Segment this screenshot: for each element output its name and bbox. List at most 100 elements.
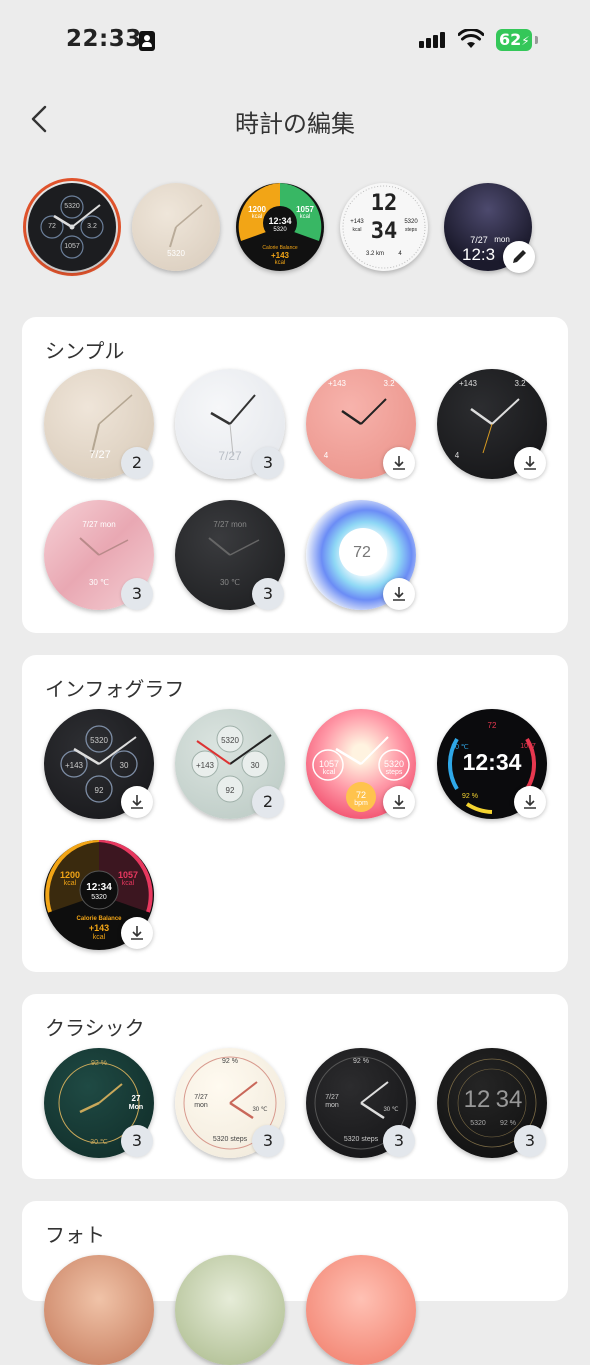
- face-value: +143: [327, 379, 347, 388]
- face-value: 5320: [64, 203, 80, 210]
- face-value: 1200: [248, 205, 266, 214]
- watch-face-item[interactable]: [44, 1255, 154, 1365]
- face-value: 34: [370, 219, 398, 244]
- face-value: 92: [225, 786, 235, 795]
- pencil-icon: [513, 250, 526, 263]
- current-face-calorie-balance[interactable]: 1200 kcal 1057 kcal 12:34 5320 Calorie B…: [236, 183, 324, 271]
- face-value: 92 %: [222, 1058, 238, 1065]
- face-value: bpm: [354, 800, 368, 807]
- face-value: 5320: [383, 759, 405, 769]
- face-value: 1057: [318, 759, 340, 769]
- section-title: フォト: [45, 1223, 105, 1247]
- face-value: 5320: [167, 249, 185, 258]
- face-value: 3.2: [383, 379, 395, 388]
- download-button[interactable]: [514, 447, 546, 479]
- face-value: 30 ℃: [90, 1139, 108, 1146]
- face-value: 3.2: [87, 223, 97, 230]
- download-button[interactable]: [383, 447, 415, 479]
- face-value: 5320: [91, 894, 107, 901]
- watch-face-item[interactable]: [306, 1255, 416, 1365]
- watch-face-item[interactable]: [175, 1255, 285, 1365]
- face-value: +143: [458, 379, 478, 388]
- face-value: mon: [325, 1102, 339, 1109]
- edit-face-button[interactable]: [503, 241, 535, 273]
- variant-count-badge: 3: [252, 1125, 284, 1157]
- download-icon: [393, 456, 405, 470]
- face-value: 12:34: [268, 216, 292, 226]
- section-title: シンプル: [45, 339, 125, 363]
- face-value: 72: [48, 223, 56, 230]
- face-value: 5320 steps: [212, 1136, 248, 1143]
- face-value: kcal: [322, 769, 336, 776]
- face-value: 30: [250, 761, 260, 770]
- face-value: 5320: [404, 219, 418, 225]
- face-value: 30: [119, 761, 129, 770]
- face-value: 72: [353, 544, 371, 561]
- face-value: 4: [398, 251, 402, 257]
- face-value: 1057: [64, 243, 80, 250]
- face-time: 12:34: [86, 882, 112, 893]
- face-value: steps: [405, 227, 417, 233]
- face-value: 4: [454, 451, 460, 460]
- face-value: 7/27: [325, 1094, 339, 1101]
- navigation-bar: 時計の編集: [0, 88, 590, 148]
- download-icon: [393, 587, 405, 601]
- section-photo: フォト: [22, 1201, 568, 1365]
- download-icon: [524, 456, 536, 470]
- download-button[interactable]: [383, 786, 415, 818]
- face-time: 12:34: [462, 749, 522, 775]
- face-value: +143: [88, 923, 110, 933]
- face-value: 3.2: [514, 379, 526, 388]
- face-value: 7/27: [470, 235, 488, 245]
- face-time: 34: [495, 1086, 523, 1113]
- face-value: 30 ℃: [383, 1107, 399, 1113]
- contact-card-icon: [139, 31, 155, 51]
- face-date: 7/27: [89, 449, 111, 461]
- face-value: 3.2 km: [365, 251, 384, 257]
- face-value: 1057: [296, 205, 314, 214]
- variant-count-badge: 3: [121, 578, 153, 610]
- face-value: +143: [64, 761, 84, 770]
- status-time: 22:33: [66, 26, 142, 52]
- face-value: mon: [194, 1102, 208, 1109]
- face-value: 5320: [90, 736, 108, 745]
- face-value: 5320: [221, 736, 239, 745]
- face-value: 72: [487, 721, 497, 730]
- download-icon: [131, 926, 143, 940]
- download-button[interactable]: [383, 578, 415, 610]
- face-value: kcal: [92, 934, 106, 941]
- current-face-digital-white[interactable]: 12 34 +143 kcal 5320 steps 3.2 km 4: [340, 183, 428, 271]
- download-icon: [524, 795, 536, 809]
- status-bar: 22:33 62⚡: [0, 0, 590, 80]
- face-weather: 30 ℃: [219, 578, 241, 587]
- face-value: steps: [385, 769, 403, 776]
- current-face-simple-beige[interactable]: 5320: [132, 183, 220, 271]
- face-value: +143: [195, 761, 215, 770]
- face-date: 7/27 mon: [213, 520, 247, 529]
- variant-count-badge: 2: [121, 447, 153, 479]
- face-value: +143: [350, 219, 364, 225]
- battery-level: 62: [499, 30, 522, 49]
- face-value: 92 %: [500, 1120, 516, 1127]
- face-value: 7/27: [194, 1094, 208, 1101]
- section-classic: クラシック 92 % 27 Mon 30 ℃ 3 92 % 7/27 mon 3…: [22, 994, 568, 1179]
- variant-count-badge: 3: [252, 578, 284, 610]
- face-value: 5320: [470, 1120, 486, 1127]
- section-title: インフォグラフ: [45, 677, 185, 701]
- variant-count-badge: 3: [383, 1125, 415, 1157]
- download-button[interactable]: [514, 786, 546, 818]
- face-value: 92 %: [353, 1058, 369, 1065]
- face-value: 92 %: [462, 793, 478, 800]
- variant-count-badge: 3: [121, 1125, 153, 1157]
- download-button[interactable]: [121, 917, 153, 949]
- variant-count-badge: 3: [252, 447, 284, 479]
- face-date: 7/27: [218, 449, 242, 463]
- variant-count-badge: 2: [252, 786, 284, 818]
- cellular-signal-icon: [419, 30, 449, 48]
- download-icon: [131, 795, 143, 809]
- current-face-infograph[interactable]: 5320 72 3.2 1057: [28, 183, 116, 271]
- download-button[interactable]: [121, 786, 153, 818]
- face-value: 5320: [273, 227, 287, 233]
- face-value: 92: [94, 786, 104, 795]
- face-time: 12: [463, 1086, 491, 1113]
